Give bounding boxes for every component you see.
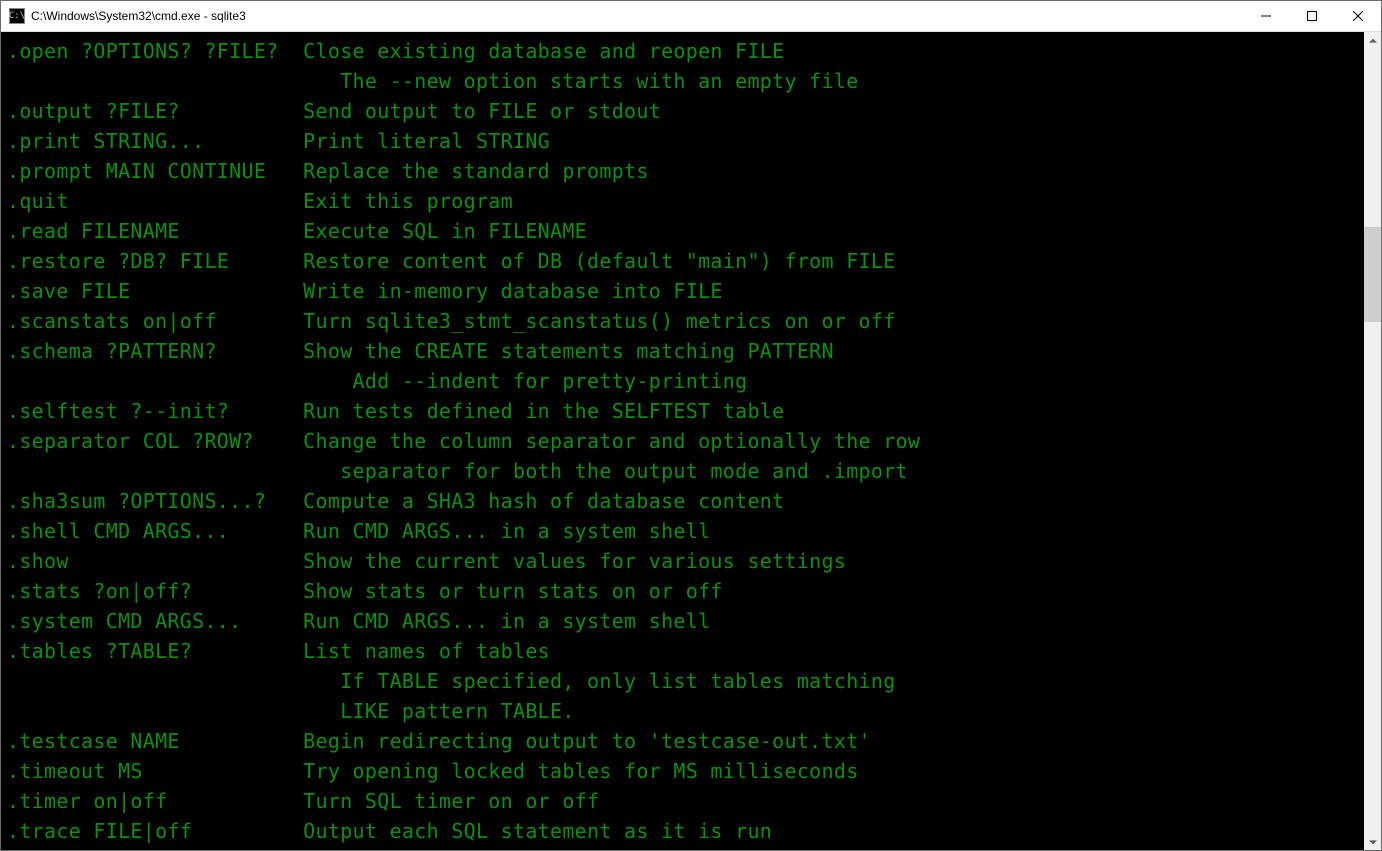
- scroll-thumb[interactable]: [1364, 227, 1381, 322]
- terminal-output[interactable]: .open ?OPTIONS? ?FILE? Close existing da…: [1, 32, 1364, 850]
- terminal-text: .open ?OPTIONS? ?FILE? Close existing da…: [7, 36, 1364, 846]
- minimize-button[interactable]: [1243, 1, 1289, 31]
- minimize-icon: [1261, 11, 1271, 21]
- cmd-icon: C:\: [9, 8, 25, 24]
- scroll-track[interactable]: [1364, 49, 1381, 833]
- client-area: .open ?OPTIONS? ?FILE? Close existing da…: [1, 32, 1381, 850]
- close-button[interactable]: [1335, 1, 1381, 31]
- scroll-up-button[interactable]: [1364, 32, 1381, 49]
- window-title: C:\Windows\System32\cmd.exe - sqlite3: [31, 9, 246, 23]
- app-window: C:\ C:\Windows\System32\cmd.exe - sqlite…: [0, 0, 1382, 851]
- maximize-icon: [1307, 11, 1317, 21]
- vertical-scrollbar[interactable]: [1364, 32, 1381, 850]
- chevron-up-icon: [1369, 37, 1377, 45]
- close-icon: [1353, 11, 1363, 21]
- scroll-down-button[interactable]: [1364, 833, 1381, 850]
- titlebar[interactable]: C:\ C:\Windows\System32\cmd.exe - sqlite…: [1, 1, 1381, 32]
- chevron-down-icon: [1369, 838, 1377, 846]
- maximize-button[interactable]: [1289, 1, 1335, 31]
